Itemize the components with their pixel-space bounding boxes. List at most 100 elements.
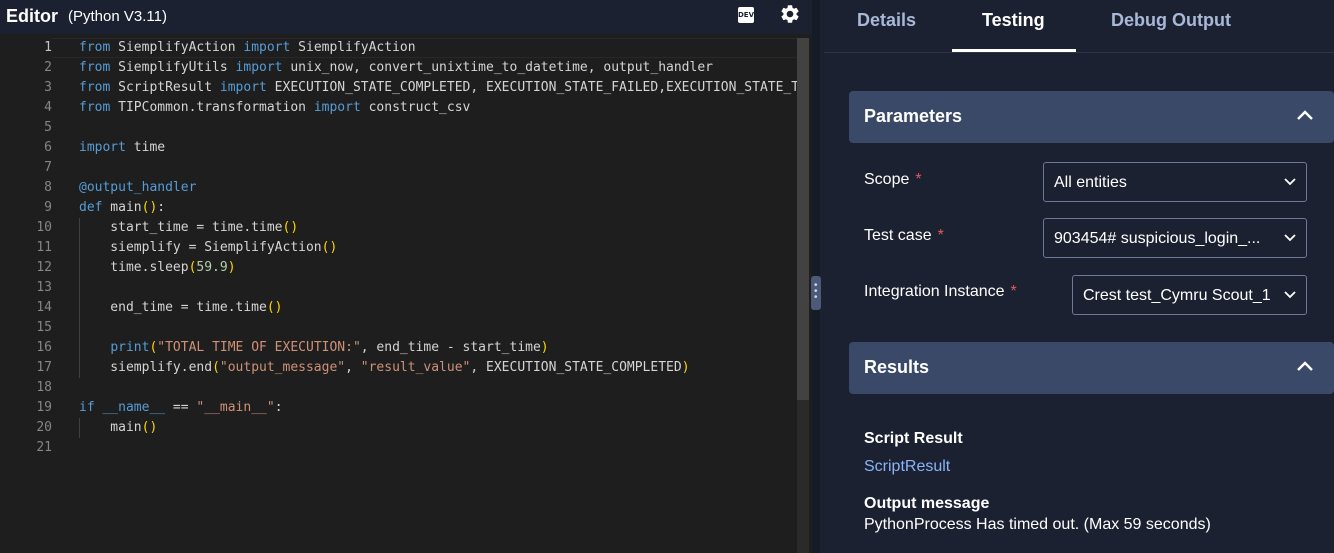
line-number: 16 <box>36 340 52 355</box>
line-number: 18 <box>36 380 52 395</box>
output-message-label: Output message <box>864 495 990 512</box>
code-token: import <box>219 80 267 95</box>
indent-guide <box>79 238 80 258</box>
results-header[interactable]: Results <box>849 342 1334 394</box>
side-panel: Details Testing Debug Output Parameters … <box>824 0 1334 553</box>
line-number: 4 <box>44 100 52 115</box>
code-area[interactable]: from SiemplifyAction import SiemplifyAct… <box>79 38 797 458</box>
code-token: SiemplifyAction <box>110 40 244 55</box>
code-line: @output_handler <box>79 178 797 198</box>
integration-instance-value: Crest test_Cymru Scout_1 <box>1083 287 1271 304</box>
dev-icon[interactable]: DEV <box>738 7 754 23</box>
code-line: from ScriptResult import EXECUTION_STATE… <box>79 78 797 98</box>
code-token: from <box>79 100 111 115</box>
code-line: from TIPCommon.transformation import con… <box>79 98 797 118</box>
indent-guide <box>79 298 80 318</box>
line-number: 19 <box>36 400 52 415</box>
tab-debug-output[interactable]: Debug Output <box>1111 10 1231 31</box>
editor-scrollbar-track[interactable] <box>797 400 809 553</box>
code-line: main() <box>79 418 797 438</box>
code-token: SiemplifyAction <box>290 40 416 55</box>
code-token: ) <box>681 360 690 375</box>
code-line: siemplify.end("output_message", "result_… <box>79 358 797 378</box>
line-number: 5 <box>44 120 52 135</box>
chevron-up-icon[interactable] <box>1296 360 1314 372</box>
line-number: 2 <box>44 60 52 75</box>
parameters-header[interactable]: Parameters <box>849 91 1334 143</box>
code-token: start_time = time.time <box>79 220 283 235</box>
code-token: ) <box>540 340 549 355</box>
line-number: 7 <box>44 160 52 175</box>
integration-instance-select[interactable]: Crest test_Cymru Scout_1 <box>1072 275 1307 315</box>
line-number: 1 <box>44 40 52 55</box>
indent-guide <box>79 338 80 358</box>
line-number: 6 <box>44 140 52 155</box>
code-token: from <box>79 40 111 55</box>
code-token: ScriptResult <box>110 80 220 95</box>
editor-title: Editor <box>6 6 58 26</box>
required-marker: * <box>1010 283 1017 300</box>
code-line <box>79 278 797 298</box>
chevron-up-icon[interactable] <box>1296 109 1314 121</box>
indent-guide <box>79 258 80 278</box>
script-result-value: ScriptResult <box>864 458 951 475</box>
code-token: if <box>79 400 95 415</box>
code-line: siemplify = SiemplifyAction() <box>79 238 797 258</box>
code-token: time <box>125 140 166 155</box>
code-line: from SiemplifyUtils import unix_now, con… <box>79 58 797 78</box>
integration-instance-label: Integration Instance * <box>864 283 1017 300</box>
indent-guide <box>79 418 80 438</box>
code-token: : <box>274 400 283 415</box>
editor-language: (Python V3.11) <box>68 8 167 25</box>
code-token: "result_value" <box>360 360 471 375</box>
scope-select[interactable]: All entities <box>1043 162 1307 202</box>
chevron-down-icon <box>1284 178 1296 186</box>
code-token: main <box>102 200 142 215</box>
code-token: time.sleep <box>79 260 189 275</box>
required-marker: * <box>937 227 944 244</box>
code-token: import <box>243 40 291 55</box>
indent-guide <box>79 218 80 238</box>
line-number: 13 <box>36 280 52 295</box>
parameters-title: Parameters <box>864 106 963 126</box>
code-line <box>79 318 797 338</box>
editor-scrollbar-thumb[interactable] <box>797 38 809 400</box>
line-number: 14 <box>36 300 52 315</box>
code-token: import <box>79 140 126 155</box>
tab-testing[interactable]: Testing <box>982 10 1045 31</box>
code-line: import time <box>79 138 797 158</box>
code-token: () <box>141 420 158 435</box>
code-token: @output_handler <box>79 180 197 195</box>
script-result-label: Script Result <box>864 430 963 447</box>
test-case-label: Test case * <box>864 227 944 244</box>
code-token: ( <box>212 360 220 375</box>
code-token: unix_now, convert_unixtime_to_datetime, … <box>282 60 713 75</box>
code-token: siemplify.end <box>79 360 213 375</box>
code-token: from <box>79 60 111 75</box>
tab-divider <box>824 52 1334 53</box>
code-line: print("TOTAL TIME OF EXECUTION:", end_ti… <box>79 338 797 358</box>
scope-label: Scope * <box>864 171 922 188</box>
tab-details[interactable]: Details <box>857 10 916 31</box>
code-token: 59.9 <box>196 260 228 275</box>
scope-value: All entities <box>1054 174 1127 191</box>
code-token: () <box>141 200 158 215</box>
code-token: : <box>157 200 166 215</box>
code-line: from SiemplifyAction import SiemplifyAct… <box>79 38 797 58</box>
code-token: "output_message" <box>219 360 346 375</box>
code-line: def main(): <box>79 198 797 218</box>
test-case-value: 903454# suspicious_login_... <box>1054 230 1261 247</box>
editor-toolbar: Editor (Python V3.11) DEV <box>0 0 812 34</box>
code-token: end_time = time.time <box>79 300 267 315</box>
code-editor[interactable]: 1 2 3 4 5 6 7 8 9 10 11 12 13 14 15 16 17 18 19 20 21 from S… <box>6 38 810 553</box>
line-number-gutter: 1 2 3 4 5 6 7 8 9 10 11 12 13 14 15 16 17 18 19 20 21 <box>6 38 52 458</box>
gear-icon[interactable] <box>779 3 801 25</box>
line-number: 17 <box>36 360 52 375</box>
code-token: TIPCommon.transformation <box>110 100 314 115</box>
test-case-select[interactable]: 903454# suspicious_login_... <box>1043 218 1307 258</box>
